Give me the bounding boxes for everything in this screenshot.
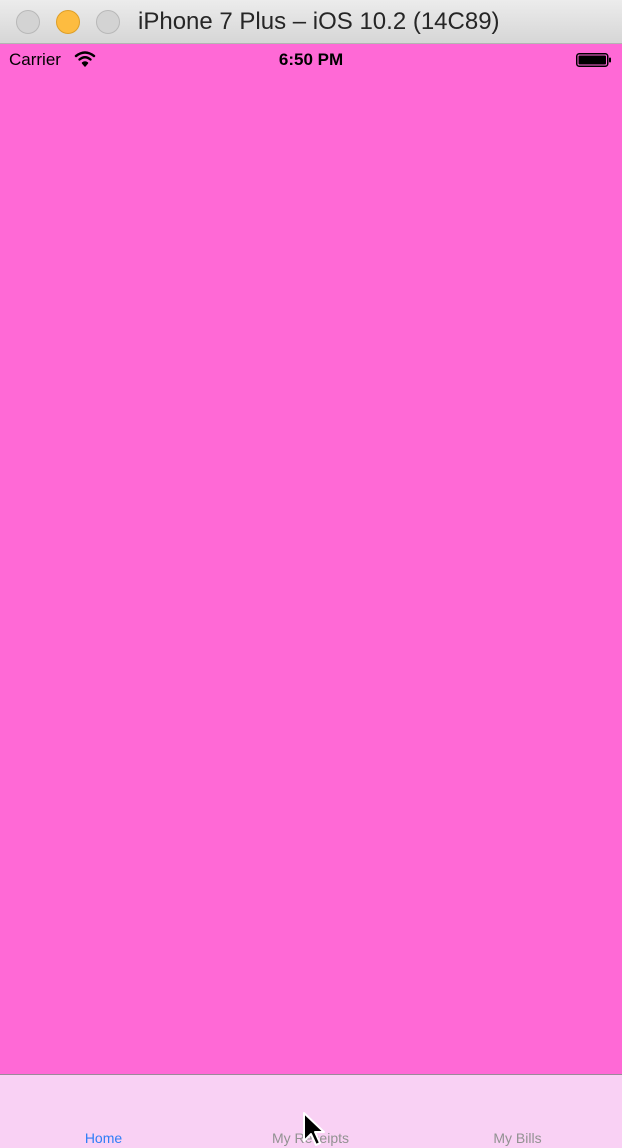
battery-icon xyxy=(576,53,611,67)
status-time: 6:50 PM xyxy=(278,50,344,69)
mouse-pointer-icon xyxy=(303,1112,325,1146)
tab-home-label: Home xyxy=(84,1130,123,1146)
tab-my-bills-label: My Bills xyxy=(493,1130,542,1146)
tab-my-bills[interactable]: My Bills xyxy=(414,1074,621,1148)
zoom-window-button[interactable] xyxy=(96,10,120,34)
close-window-button[interactable] xyxy=(16,10,40,34)
tab-home[interactable]: Home xyxy=(0,1074,207,1148)
device-screen: Carrier 6:50 PM Home My Receipts My Bill… xyxy=(0,44,622,1148)
window-titlebar[interactable]: iPhone 7 Plus – iOS 10.2 (14C89) xyxy=(0,0,622,44)
simulator-window: iPhone 7 Plus – iOS 10.2 (14C89) Carrier… xyxy=(0,0,622,1148)
window-title: iPhone 7 Plus – iOS 10.2 (14C89) xyxy=(138,8,500,35)
minimize-window-button[interactable] xyxy=(56,10,80,34)
status-bar: Carrier 6:50 PM xyxy=(0,44,622,76)
